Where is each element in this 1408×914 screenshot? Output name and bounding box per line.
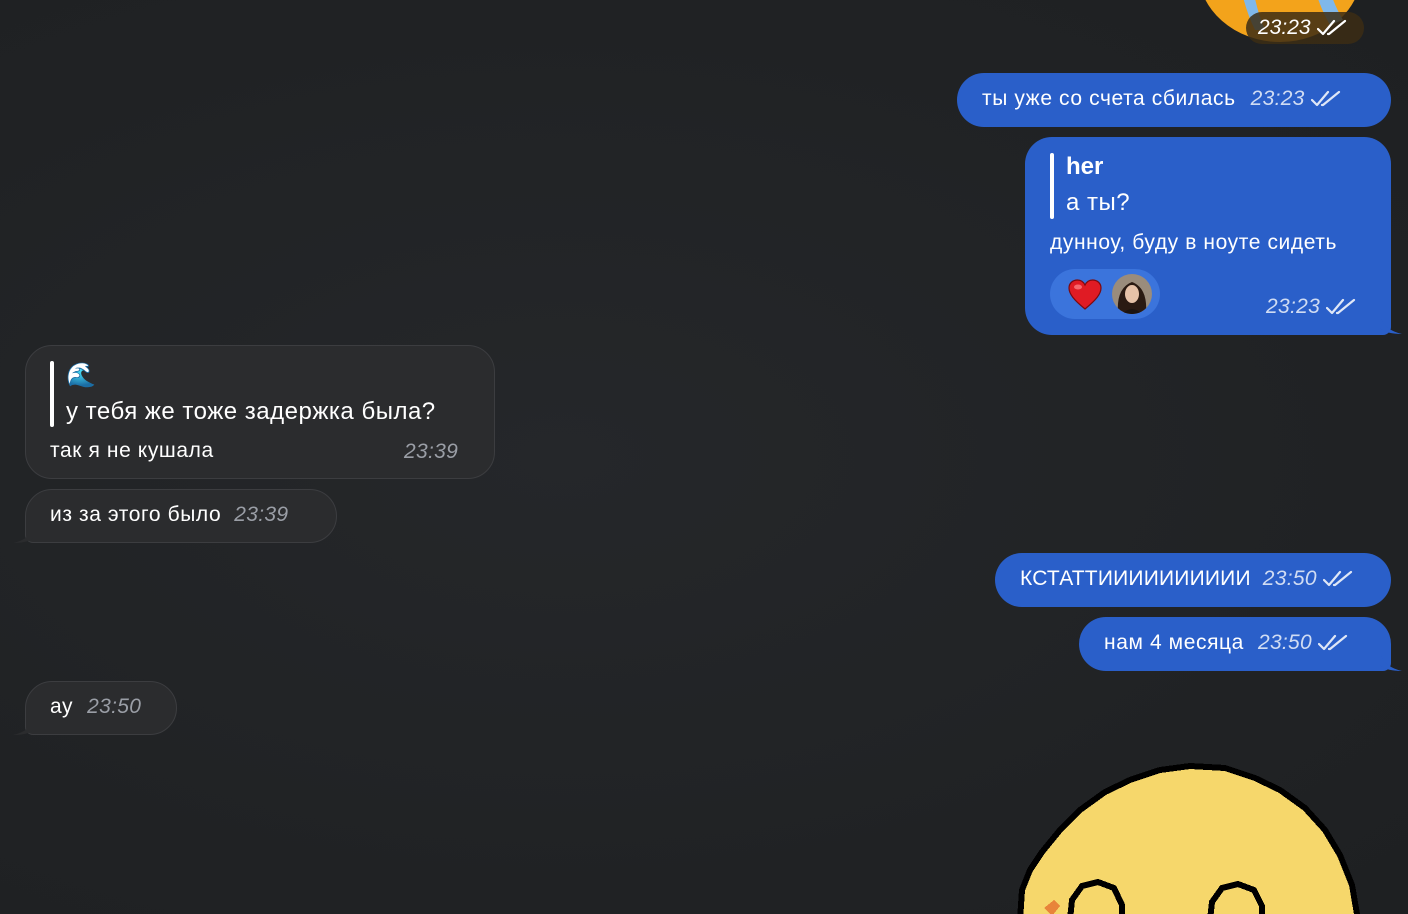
message-text: КСТАТТИИИИИИИИИИ bbox=[1020, 567, 1251, 590]
message-text: ау bbox=[50, 695, 74, 718]
sticker-timestamp: 23:23 bbox=[1246, 12, 1364, 44]
bubble-tail bbox=[13, 525, 35, 543]
timestamp: 23:50 bbox=[1262, 567, 1317, 590]
timestamp: 23:23 bbox=[1266, 295, 1321, 318]
reply-quoted-text: у тебя же тоже задержка была? bbox=[66, 398, 436, 425]
outgoing-message[interactable]: КСТАТТИИИИИИИИИИ 23:50 bbox=[995, 553, 1391, 607]
timestamp: 23:23 bbox=[1250, 87, 1305, 110]
incoming-message[interactable]: ау 23:50 bbox=[25, 681, 177, 735]
double-check-icon bbox=[1316, 19, 1346, 36]
timestamp: 23:23 bbox=[1258, 16, 1311, 39]
message-text: из за этого было bbox=[50, 503, 222, 526]
timestamp: 23:39 bbox=[404, 440, 459, 463]
message-text: нам 4 месяца bbox=[1104, 631, 1244, 654]
outgoing-message[interactable]: нам 4 месяца 23:50 bbox=[1079, 617, 1391, 671]
smiling-face-sticker[interactable] bbox=[1010, 760, 1370, 914]
reply-author: her bbox=[1066, 153, 1104, 180]
message-text: ты уже со счета сбилась bbox=[982, 87, 1236, 110]
incoming-reply-message[interactable]: 🌊 у тебя же тоже задержка была? так я не… bbox=[25, 345, 495, 479]
reply-author: 🌊 bbox=[66, 362, 96, 389]
bubble-tail bbox=[1380, 316, 1402, 334]
incoming-message[interactable]: из за этого было 23:39 bbox=[25, 489, 337, 543]
reply-quote-bar bbox=[1050, 153, 1054, 219]
message-text: так я не кушала bbox=[50, 439, 214, 462]
timestamp: 23:39 bbox=[234, 503, 289, 526]
outgoing-message[interactable]: ты уже со счета сбилась 23:23 bbox=[957, 73, 1391, 127]
double-check-icon bbox=[1322, 570, 1352, 587]
double-check-icon bbox=[1318, 634, 1348, 651]
double-check-icon bbox=[1310, 90, 1340, 107]
reply-quote-bar bbox=[50, 361, 54, 427]
double-check-icon bbox=[1326, 298, 1356, 315]
timestamp: 23:50 bbox=[87, 695, 142, 718]
bubble-tail bbox=[1380, 653, 1402, 671]
message-text: дунноу, буду в ноуте сидеть bbox=[1050, 231, 1338, 254]
user-avatar bbox=[1112, 274, 1152, 314]
red-heart-icon bbox=[1068, 279, 1102, 310]
chat-area: 23:23 ты уже со счета сбилась 23:23 her … bbox=[0, 0, 1408, 914]
bubble-tail bbox=[13, 717, 35, 735]
outgoing-reply-message[interactable]: her а ты? дунноу, буду в ноуте сидеть 23… bbox=[1025, 137, 1391, 335]
reactions-pill[interactable] bbox=[1050, 269, 1160, 319]
timestamp: 23:50 bbox=[1257, 631, 1313, 654]
reply-quoted-text: а ты? bbox=[1066, 189, 1131, 216]
